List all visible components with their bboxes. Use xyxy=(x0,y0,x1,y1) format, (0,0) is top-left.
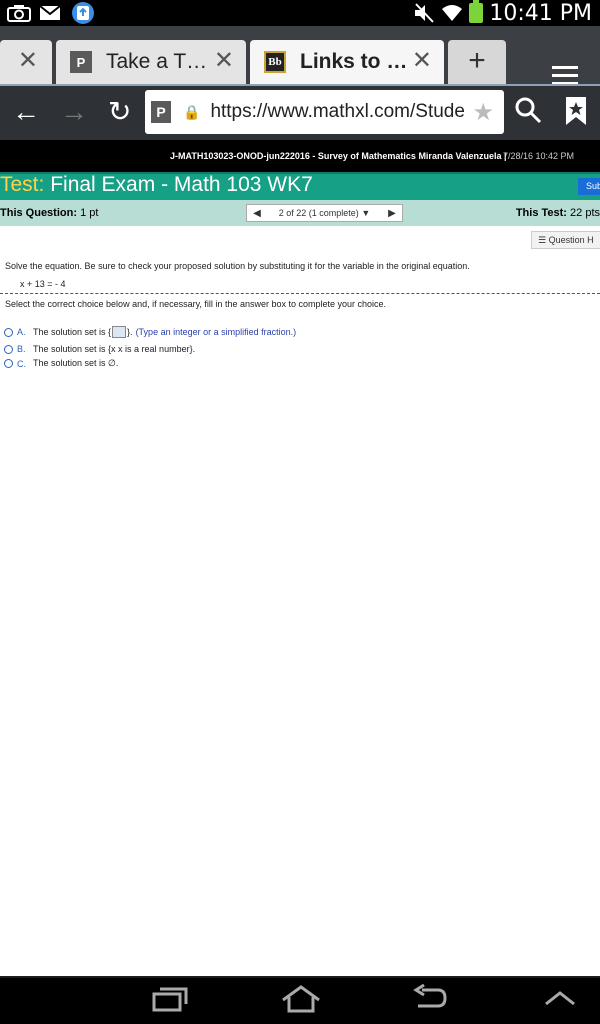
answer-hint: (Type an integer or a simplified fractio… xyxy=(135,327,297,337)
choice-a[interactable]: A. The solution set is { }. (Type an int… xyxy=(4,326,296,338)
test-title-bar: Test: Final Exam - Math 103 WK7 Sub xyxy=(0,172,600,200)
course-name: J-MATH103023-ONOD-jun222016 - Survey of … xyxy=(170,151,507,161)
address-bar: ← → ↻ P 🔒 https://www.mathxl.com/Stude ★ xyxy=(0,84,600,140)
status-bar: 10:41 PM xyxy=(0,0,600,26)
chevron-up-icon[interactable] xyxy=(544,990,576,1011)
battery-icon xyxy=(469,0,484,23)
course-bar: J-MATH103023-ONOD-jun222016 - Survey of … xyxy=(0,140,600,172)
system-nav-bar xyxy=(0,976,600,1024)
upload-icon xyxy=(70,2,96,24)
recent-apps-icon[interactable] xyxy=(152,984,188,1019)
question-info-bar: This Question: 1 pt ◀ 2 of 22 (1 complet… xyxy=(0,200,600,226)
radio-button[interactable] xyxy=(4,359,13,368)
browser-tab-strip: ✕ P Take a T… ✕ Bb Links to … ✕ + xyxy=(0,26,600,86)
mute-icon xyxy=(415,3,435,23)
list-icon: ☰ xyxy=(538,235,547,245)
wifi-icon xyxy=(442,5,463,21)
blackboard-favicon-icon: Bb xyxy=(264,51,286,73)
back-nav-icon[interactable] xyxy=(412,983,448,1019)
close-tab-icon[interactable]: ✕ xyxy=(18,49,38,73)
submit-button[interactable]: Sub xyxy=(578,178,600,195)
tab-take-a-test[interactable]: P Take a T… ✕ xyxy=(56,40,246,84)
date-time: 7/28/16 10:42 PM xyxy=(503,151,575,161)
radio-button[interactable] xyxy=(4,344,13,354)
search-icon[interactable] xyxy=(514,96,542,129)
equation: x + 13 = - 4 xyxy=(20,279,66,289)
url-field[interactable]: P 🔒 https://www.mathxl.com/Stude ★ xyxy=(145,90,504,134)
next-question-icon[interactable]: ▶ xyxy=(382,208,402,219)
divider xyxy=(0,293,600,294)
answer-input[interactable] xyxy=(112,326,127,338)
bookmark-star-icon[interactable]: ★ xyxy=(472,98,494,127)
reload-icon[interactable]: ↻ xyxy=(108,98,131,126)
choice-b[interactable]: B. The solution set is {x x is a real nu… xyxy=(4,344,195,354)
new-tab-button[interactable]: + xyxy=(448,40,506,84)
mail-icon xyxy=(38,2,64,24)
url-text: https://www.mathxl.com/Stude xyxy=(210,101,465,122)
bookmarks-icon[interactable] xyxy=(564,96,588,131)
student-name: Miranda Valenzuela xyxy=(418,151,502,161)
site-icon: P xyxy=(151,101,171,123)
choice-instructions: Select the correct choice below and, if … xyxy=(5,299,387,309)
tab-title: Take a T… xyxy=(106,50,208,73)
prev-question-icon[interactable]: ◀ xyxy=(247,208,267,219)
forward-icon[interactable]: → xyxy=(60,98,88,126)
question-pager[interactable]: ◀ 2 of 22 (1 complete) ▼ ▶ xyxy=(246,204,403,222)
close-tab-icon[interactable]: ✕ xyxy=(214,49,234,73)
question-instructions: Solve the equation. Be sure to check you… xyxy=(5,261,470,271)
this-test-points: This Test: 22 pts xyxy=(515,207,600,219)
menu-icon[interactable] xyxy=(552,66,578,86)
this-question-points: This Question: 1 pt xyxy=(0,207,99,219)
close-tab-icon[interactable]: ✕ xyxy=(412,49,432,73)
choice-c[interactable]: C. The solution set is ∅. xyxy=(4,358,118,369)
tab-links[interactable]: Bb Links to … ✕ xyxy=(250,40,444,84)
tab-partial[interactable]: ✕ xyxy=(0,40,52,84)
tab-title: Links to … xyxy=(300,50,408,73)
radio-button[interactable] xyxy=(4,327,13,337)
home-icon[interactable] xyxy=(280,984,322,1019)
page-title: Test: Final Exam - Math 103 WK7 xyxy=(0,173,313,196)
pager-position[interactable]: 2 of 22 (1 complete) ▼ xyxy=(267,208,382,218)
lock-icon: 🔒 xyxy=(183,103,201,120)
question-help-button[interactable]: ☰ Question H xyxy=(531,231,600,249)
back-icon[interactable]: ← xyxy=(12,98,40,126)
camera-icon xyxy=(6,2,32,24)
clock: 10:41 PM xyxy=(489,0,592,26)
pearson-favicon-icon: P xyxy=(70,51,92,73)
